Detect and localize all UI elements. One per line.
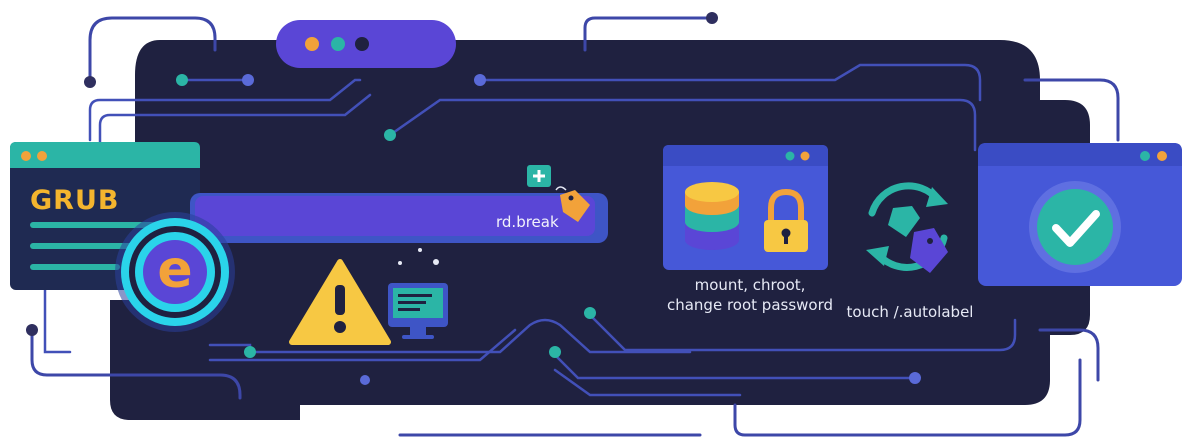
check-icon (1029, 181, 1121, 273)
mount-step-line1: mount, chroot, (694, 276, 806, 294)
circuit-node (84, 76, 96, 88)
circuit-node (384, 129, 396, 141)
circuit-node (584, 307, 596, 319)
browser-dot-orange (305, 37, 319, 51)
circuit-node (242, 74, 254, 86)
circuit-node (474, 74, 486, 86)
circuit-node (549, 346, 561, 358)
plus-icon (527, 165, 551, 187)
browser-dot-teal (331, 37, 345, 51)
browser-dot-navy (355, 37, 369, 51)
mount-step-line2: change root password (666, 296, 834, 314)
relabel-step-label: touch /.autolabel (846, 303, 974, 321)
circuit-line (43, 288, 72, 354)
kernel-param-text: rd.break (496, 213, 559, 231)
grub-title: GRUB (30, 185, 120, 216)
circuit-node (909, 372, 921, 384)
mount-step-label: mount, chroot, change root password (660, 275, 840, 315)
grub-menu-line (30, 264, 120, 270)
circuit-node (706, 12, 718, 24)
circuit-node (244, 346, 256, 358)
circuit-node (176, 74, 188, 86)
edit-key-letter: e (157, 240, 193, 300)
diagram-canvas (10, 12, 1182, 437)
circuit-node (360, 375, 370, 385)
database-icon (685, 182, 739, 250)
circuit-node (26, 324, 38, 336)
